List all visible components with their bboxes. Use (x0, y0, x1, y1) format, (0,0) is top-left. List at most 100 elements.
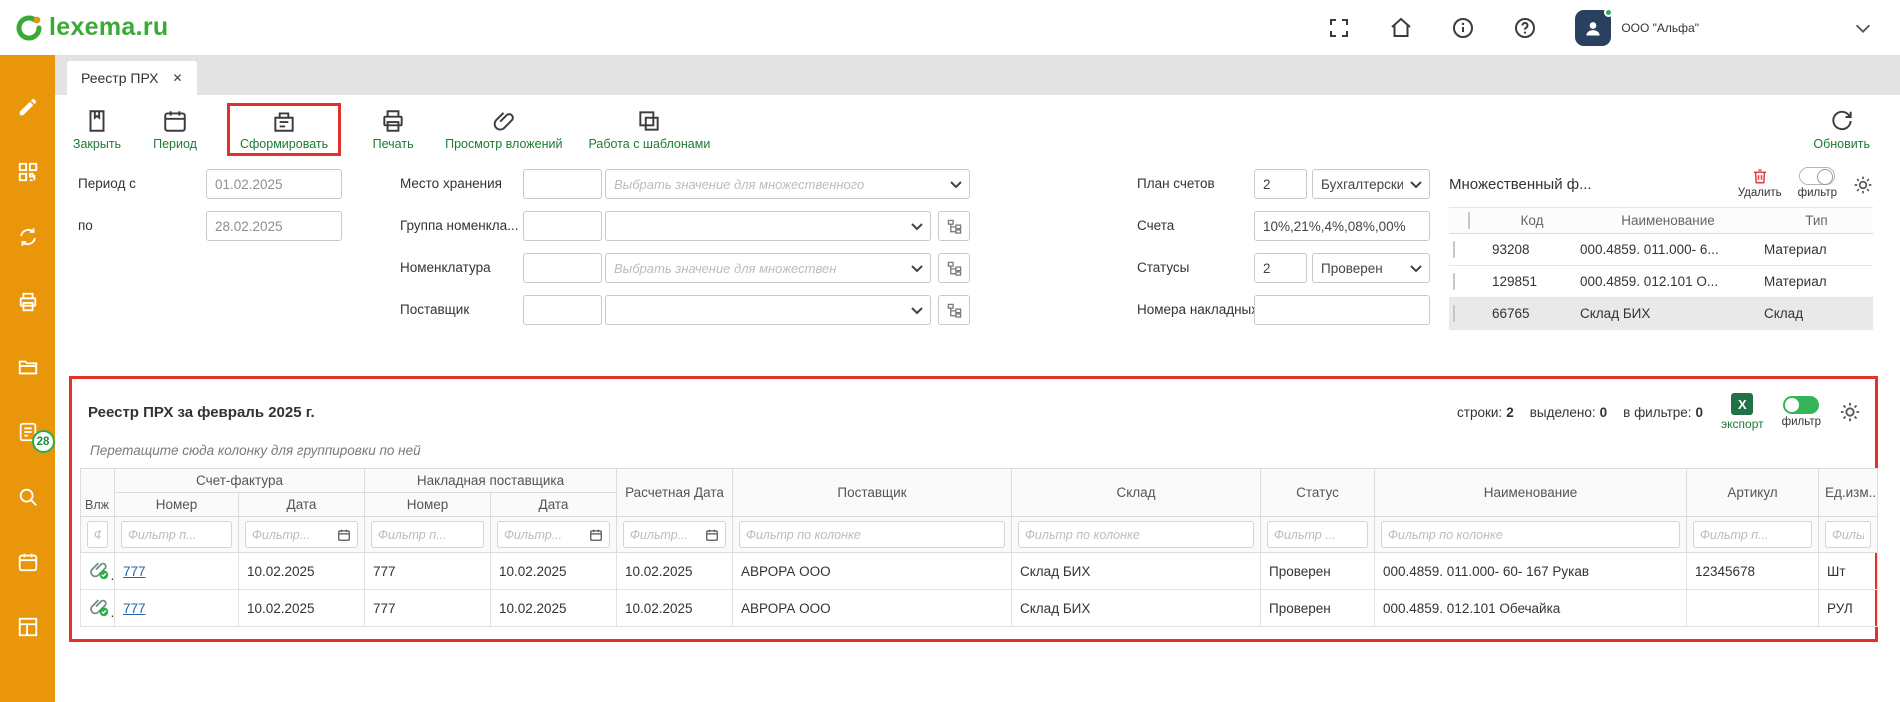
folder-icon[interactable] (16, 355, 40, 379)
calendar-small-icon[interactable] (337, 528, 351, 542)
calendar-small-icon[interactable] (705, 528, 719, 542)
col-waybill-number[interactable]: Номер (365, 493, 491, 517)
user-menu[interactable]: ООО "Альфа" (1575, 10, 1699, 46)
filter-warehouse-input[interactable] (1025, 522, 1247, 547)
col-name[interactable]: Наименование (1576, 208, 1760, 234)
info-icon[interactable] (1451, 16, 1475, 40)
panel-row[interactable]: 129851 000.4859. 012.101 О... Материал (1449, 266, 1873, 298)
filter-name-input[interactable] (1388, 522, 1673, 547)
period-to-input[interactable] (206, 211, 342, 241)
nomen-group-tree-button[interactable] (938, 211, 970, 241)
tasks-icon[interactable]: 28 (16, 420, 40, 444)
waybill-numbers-input[interactable] (1254, 295, 1430, 325)
calendar-icon[interactable] (16, 550, 40, 574)
statuses-select[interactable]: Проверен (1312, 253, 1430, 283)
sync-icon[interactable] (16, 225, 40, 249)
document-icon (84, 108, 110, 134)
filter-invoice-date-input[interactable] (252, 522, 334, 547)
filter-supplier-input[interactable] (746, 522, 998, 547)
tab-reestr-prh[interactable]: Реестр ПРХ ✕ (67, 61, 197, 95)
generate-button[interactable]: Сформировать (240, 108, 328, 151)
group-invoice[interactable]: Счет-фактура (115, 469, 365, 493)
filter-attachment-input[interactable] (94, 522, 101, 547)
filter-calc-date-input[interactable] (630, 522, 702, 547)
filter-invoice-number-input[interactable] (128, 522, 225, 547)
select-all-header[interactable] (1449, 208, 1488, 234)
search-icon[interactable] (16, 485, 40, 509)
gear-icon[interactable] (1839, 397, 1861, 428)
view-attachments-button[interactable]: Просмотр вложений (445, 108, 562, 151)
chevron-down-icon[interactable] (1852, 17, 1874, 39)
refresh-button[interactable]: Обновить (1813, 108, 1870, 151)
col-supplier[interactable]: Поставщик (733, 469, 1012, 517)
print-button[interactable]: Печать (367, 108, 419, 151)
invoice-link[interactable]: 777 (123, 564, 146, 579)
period-from-input[interactable] (206, 169, 342, 199)
col-type[interactable]: Тип (1760, 208, 1873, 234)
nomenclature-select[interactable]: Выбрать значение для множествен (605, 253, 931, 283)
attachment-cell[interactable] (81, 553, 115, 590)
supplier-tree-button[interactable] (938, 295, 970, 325)
close-button[interactable]: Закрыть (71, 108, 123, 151)
table-row[interactable]: 777 10.02.2025 777 10.02.2025 10.02.2025… (81, 590, 1878, 627)
filter-waybill-number-input[interactable] (378, 522, 477, 547)
accounts-input[interactable] (1254, 211, 1430, 241)
delete-button[interactable]: Удалить (1738, 167, 1782, 199)
col-attachment[interactable]: Влж (81, 469, 115, 517)
supplier-code-input[interactable] (523, 295, 602, 325)
home-icon[interactable] (1389, 16, 1413, 40)
reports-icon[interactable] (16, 615, 40, 639)
col-invoice-date[interactable]: Дата (239, 493, 365, 517)
help-icon[interactable] (1513, 16, 1537, 40)
filter-unit-input[interactable] (1832, 522, 1864, 547)
close-icon[interactable]: ✕ (173, 71, 183, 85)
col-name[interactable]: Наименование (1375, 469, 1687, 517)
qr-code-icon[interactable] (16, 160, 40, 184)
calendar-small-icon[interactable] (589, 528, 603, 542)
period-button[interactable]: Период (149, 108, 201, 151)
chart-report-icon (271, 108, 297, 134)
col-warehouse[interactable]: Склад (1012, 469, 1261, 517)
export-button[interactable]: X экспорт (1721, 393, 1764, 431)
panel-row[interactable]: 93208 000.4859. 011.000- 6... Материал (1449, 234, 1873, 266)
chart-of-accounts-code-input[interactable] (1254, 169, 1307, 199)
templates-button[interactable]: Работа с шаблонами (588, 108, 710, 151)
supplier-select[interactable] (605, 295, 931, 325)
col-unit[interactable]: Ед.изм... (1819, 469, 1878, 517)
checkbox[interactable] (1453, 273, 1455, 290)
print-icon[interactable] (16, 290, 40, 314)
edit-pencil-icon[interactable] (16, 95, 40, 119)
nomen-group-code-input[interactable] (523, 211, 602, 241)
filter-toggle[interactable] (1799, 167, 1835, 185)
panel-row-selected[interactable]: 66765 Склад БИХ Склад (1449, 298, 1873, 330)
table-row[interactable]: 777 10.02.2025 777 10.02.2025 10.02.2025… (81, 553, 1878, 590)
checkbox[interactable] (1453, 241, 1455, 258)
nomen-group-select[interactable] (605, 211, 931, 241)
group-drop-zone[interactable]: Перетащите сюда колонку для группировки … (90, 443, 1869, 458)
storage-select[interactable]: Выбрать значение для множественного (605, 169, 970, 199)
lexema-logo[interactable]: lexema.ru (14, 13, 168, 43)
filter-article-input[interactable] (1700, 522, 1805, 547)
col-calc-date[interactable]: Расчетная Дата (617, 469, 733, 517)
col-code[interactable]: Код (1488, 208, 1576, 234)
checkbox[interactable] (1468, 212, 1470, 229)
checkbox[interactable] (1453, 305, 1455, 322)
process-icon[interactable] (1327, 16, 1351, 40)
filter-status-input[interactable] (1274, 522, 1361, 547)
col-status[interactable]: Статус (1261, 469, 1375, 517)
statuses-code-input[interactable] (1254, 253, 1307, 283)
filter-toggle[interactable] (1783, 396, 1819, 414)
col-waybill-date[interactable]: Дата (491, 493, 617, 517)
multi-filter-panel: Множественный ф... Удалить фильтр (1449, 167, 1873, 330)
attachment-cell[interactable] (81, 590, 115, 627)
nomenclature-tree-button[interactable] (938, 253, 970, 283)
invoice-link[interactable]: 777 (123, 601, 146, 616)
col-article[interactable]: Артикул (1687, 469, 1819, 517)
gear-icon[interactable] (1853, 167, 1873, 198)
group-supplier-waybill[interactable]: Накладная поставщика (365, 469, 617, 493)
storage-code-input[interactable] (523, 169, 602, 199)
nomenclature-code-input[interactable] (523, 253, 602, 283)
col-invoice-number[interactable]: Номер (115, 493, 239, 517)
chart-of-accounts-select[interactable]: Бухгалтерский (1312, 169, 1430, 199)
filter-waybill-date-input[interactable] (504, 522, 586, 547)
